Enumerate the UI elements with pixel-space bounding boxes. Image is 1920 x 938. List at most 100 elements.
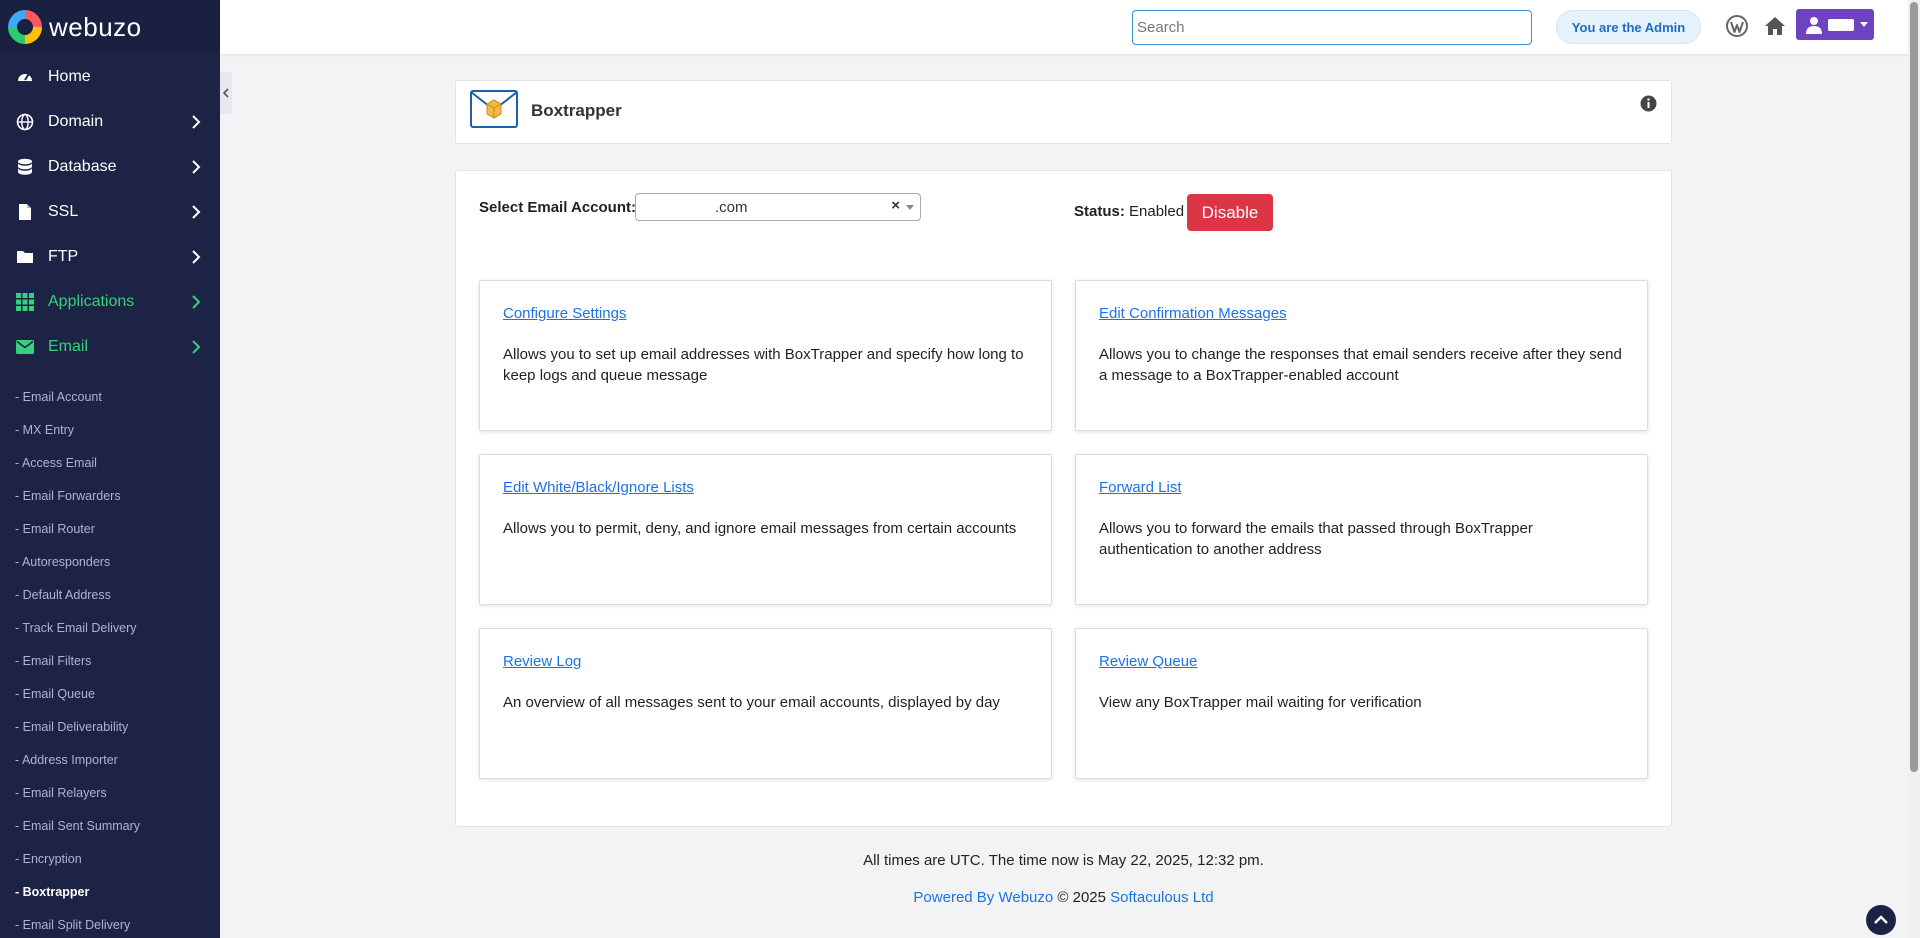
tile-description: Allows you to permit, deny, and ignore e… xyxy=(503,520,1017,537)
envelope-icon xyxy=(16,338,34,356)
sidebar-item-label: SSL xyxy=(48,202,79,220)
powered-by-footer: Powered By Webuzo © 2025 Softaculous Ltd xyxy=(455,889,1672,906)
sidebar-subitem-email-split-delivery[interactable]: - Email Split Delivery xyxy=(0,909,220,938)
sidebar: webuzo Home Domain Database SSL FTP Appl… xyxy=(0,0,220,938)
sidebar-item-database[interactable]: Database xyxy=(0,144,220,189)
sidebar-subitem-email-account[interactable]: - Email Account xyxy=(0,381,220,414)
tile-review-queue: Review Queue View any BoxTrapper mail wa… xyxy=(1075,628,1648,779)
sidebar-subitem-address-importer[interactable]: - Address Importer xyxy=(0,744,220,777)
database-icon xyxy=(16,158,34,176)
username-redacted xyxy=(1828,18,1854,31)
caret-down-icon xyxy=(1860,21,1868,27)
scroll-to-top-button[interactable] xyxy=(1866,905,1896,935)
tile-description: Allows you to set up email addresses wit… xyxy=(503,346,1024,384)
sidebar-subitem-encryption[interactable]: - Encryption xyxy=(0,843,220,876)
dropdown-arrow-icon xyxy=(906,205,914,210)
chevron-right-icon xyxy=(188,114,204,130)
sidebar-subitem-mx-entry[interactable]: - MX Entry xyxy=(0,414,220,447)
chevron-up-icon xyxy=(1874,915,1888,924)
chevron-right-icon xyxy=(188,159,204,175)
sidebar-subitem-boxtrapper[interactable]: - Boxtrapper xyxy=(0,876,220,909)
edit-confirmation-messages-link[interactable]: Edit Confirmation Messages xyxy=(1099,305,1624,322)
tile-configure-settings: Configure Settings Allows you to set up … xyxy=(479,280,1052,431)
tile-forward-list: Forward List Allows you to forward the e… xyxy=(1075,454,1648,605)
sidebar-subitem-email-deliverability[interactable]: - Email Deliverability xyxy=(0,711,220,744)
email-submenu: - Email Account - MX Entry - Access Emai… xyxy=(0,369,220,938)
edit-lists-link[interactable]: Edit White/Black/Ignore Lists xyxy=(503,479,1028,496)
chevron-right-icon xyxy=(188,204,204,220)
tile-description: Allows you to change the responses that … xyxy=(1099,346,1622,384)
file-icon xyxy=(16,203,34,221)
powered-by-link[interactable]: Powered By Webuzo xyxy=(913,889,1053,906)
sidebar-subitem-track-email-delivery[interactable]: - Track Email Delivery xyxy=(0,612,220,645)
home-icon[interactable] xyxy=(1763,14,1787,38)
dashboard-icon xyxy=(16,68,34,86)
sidebar-subitem-email-forwarders[interactable]: - Email Forwarders xyxy=(0,480,220,513)
chevron-left-icon xyxy=(223,88,229,98)
page-title: Boxtrapper xyxy=(531,101,622,120)
review-log-link[interactable]: Review Log xyxy=(503,653,1028,670)
tile-edit-lists: Edit White/Black/Ignore Lists Allows you… xyxy=(479,454,1052,605)
chevron-right-icon xyxy=(188,339,204,355)
user-menu-button[interactable] xyxy=(1796,9,1874,40)
sidebar-item-label: Home xyxy=(48,67,91,85)
select-email-label: Select Email Account: xyxy=(479,199,636,216)
sidebar-subitem-email-queue[interactable]: - Email Queue xyxy=(0,678,220,711)
selected-email-value: .com xyxy=(715,199,748,216)
sidebar-subitem-autoresponders[interactable]: - Autoresponders xyxy=(0,546,220,579)
sidebar-collapse-toggle[interactable] xyxy=(220,72,232,114)
tile-review-log: Review Log An overview of all messages s… xyxy=(479,628,1052,779)
sidebar-item-label: Applications xyxy=(48,292,135,310)
boxtrapper-icon xyxy=(470,90,518,128)
configure-settings-link[interactable]: Configure Settings xyxy=(503,305,1028,322)
sidebar-subitem-email-router[interactable]: - Email Router xyxy=(0,513,220,546)
sidebar-item-label: Email xyxy=(48,337,89,355)
disable-button[interactable]: Disable xyxy=(1187,194,1273,231)
tile-description: An overview of all messages sent to your… xyxy=(503,694,1000,711)
forward-list-link[interactable]: Forward List xyxy=(1099,479,1624,496)
chevron-right-icon xyxy=(188,294,204,310)
user-icon xyxy=(1806,16,1822,34)
company-link[interactable]: Softaculous Ltd xyxy=(1110,889,1213,906)
folder-icon xyxy=(16,248,34,266)
sidebar-item-ssl[interactable]: SSL xyxy=(0,189,220,234)
sidebar-subitem-access-email[interactable]: - Access Email xyxy=(0,447,220,480)
email-account-select[interactable]: .com × xyxy=(635,193,921,221)
sidebar-item-domain[interactable]: Domain xyxy=(0,99,220,144)
sidebar-item-label: Database xyxy=(48,157,117,175)
grid-icon xyxy=(16,292,34,311)
scrollbar-thumb[interactable] xyxy=(1910,2,1918,772)
sidebar-item-ftp[interactable]: FTP xyxy=(0,234,220,279)
info-icon[interactable] xyxy=(1640,95,1657,112)
page-scrollbar[interactable] xyxy=(1908,0,1920,938)
status-indicator: Status: Enabled xyxy=(1074,203,1184,220)
brand-name: webuzo xyxy=(49,11,142,42)
review-queue-link[interactable]: Review Queue xyxy=(1099,653,1624,670)
tile-description: Allows you to forward the emails that pa… xyxy=(1099,520,1533,558)
page-header-card: Boxtrapper xyxy=(455,80,1672,144)
server-time-text: All times are UTC. The time now is May 2… xyxy=(863,852,1264,869)
sidebar-subitem-default-address[interactable]: - Default Address xyxy=(0,579,220,612)
boxtrapper-panel: Select Email Account: .com × Status: Ena… xyxy=(455,170,1672,827)
sidebar-subitem-email-relayers[interactable]: - Email Relayers xyxy=(0,777,220,810)
sidebar-item-label: Domain xyxy=(48,112,104,130)
copyright-text: © 2025 xyxy=(1053,889,1111,906)
sidebar-subitem-email-sent-summary[interactable]: - Email Sent Summary xyxy=(0,810,220,843)
tile-edit-confirmation-messages: Edit Confirmation Messages Allows you to… xyxy=(1075,280,1648,431)
sidebar-item-email[interactable]: Email xyxy=(0,324,220,369)
sidebar-subitem-email-filters[interactable]: - Email Filters xyxy=(0,645,220,678)
tile-description: View any BoxTrapper mail waiting for ver… xyxy=(1099,694,1422,711)
status-label: Status: xyxy=(1074,203,1125,220)
chevron-right-icon xyxy=(188,249,204,265)
search-input[interactable] xyxy=(1132,10,1532,45)
sidebar-item-applications[interactable]: Applications xyxy=(0,279,220,324)
webuzo-logo-icon xyxy=(8,10,42,44)
topbar: You are the Admin xyxy=(220,0,1908,54)
admin-badge[interactable]: You are the Admin xyxy=(1556,10,1701,44)
sidebar-item-home[interactable]: Home xyxy=(0,54,220,99)
brand-logo[interactable]: webuzo xyxy=(0,0,220,54)
status-value: Enabled xyxy=(1129,203,1185,220)
wordpress-icon[interactable] xyxy=(1726,15,1748,37)
clear-selection-icon[interactable]: × xyxy=(891,197,900,214)
globe-icon xyxy=(16,113,34,131)
